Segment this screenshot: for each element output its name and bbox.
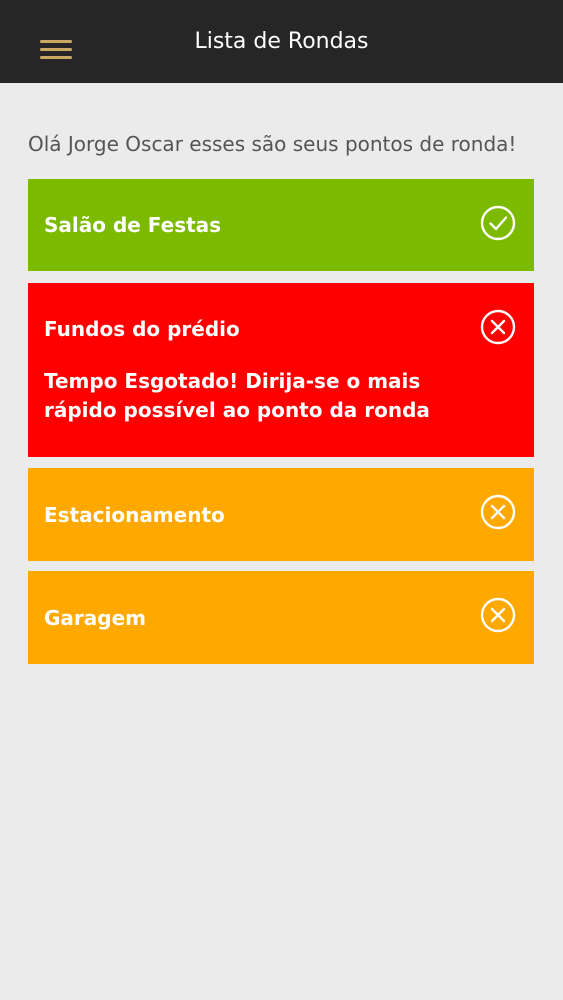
round-name: Estacionamento	[44, 503, 225, 527]
menu-bar	[40, 56, 72, 59]
x-circle-icon	[480, 309, 516, 345]
x-circle-icon	[480, 494, 516, 530]
round-timeout-message: Tempo Esgotado! Dirija-se o mais rápido …	[44, 369, 430, 422]
app-header: Lista de Rondas	[0, 0, 563, 83]
page-title: Lista de Rondas	[194, 29, 369, 54]
greeting-text: Olá Jorge Oscar esses são seus pontos de…	[28, 132, 517, 156]
x-circle-icon	[480, 597, 516, 633]
round-item-garagem[interactable]: Garagem	[28, 571, 534, 664]
round-item-salao-de-festas[interactable]: Salão de Festas	[28, 179, 534, 271]
check-circle-icon	[480, 205, 516, 241]
round-name: Fundos do prédio	[44, 317, 240, 341]
round-name: Garagem	[44, 606, 146, 630]
round-item-fundos-do-predio[interactable]: Fundos do prédio Tempo Esgotado! Dirija-…	[28, 283, 534, 457]
round-item-estacionamento[interactable]: Estacionamento	[28, 468, 534, 561]
round-name: Salão de Festas	[44, 213, 222, 237]
